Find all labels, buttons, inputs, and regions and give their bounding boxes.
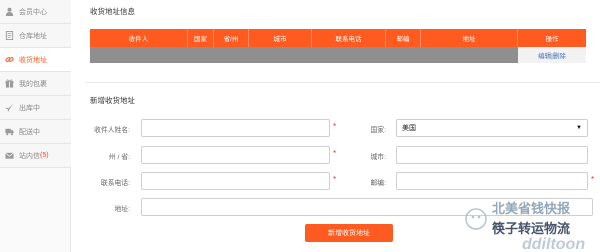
envelope-icon [5, 152, 14, 159]
column-header: 联系电话 [312, 29, 386, 47]
edit-delete-links[interactable]: 编辑|删除 [518, 47, 586, 63]
phone-input[interactable] [141, 172, 330, 190]
chevron-down-icon: ▼ [576, 125, 582, 131]
country-select-value: 美国 [402, 125, 416, 132]
sidebar-item-warehouse-address[interactable]: 仓库地址 [0, 24, 71, 48]
sidebar-item-shipping-address[interactable]: 收货地址 [0, 48, 71, 72]
new-address-title: 新增收货地址 [90, 96, 135, 105]
zip-label: 邮编: [370, 180, 386, 187]
sidebar-item-label: 配送中 [19, 128, 40, 136]
sidebar-item-messages[interactable]: 站内信 (5) [0, 144, 71, 168]
zip-input[interactable] [396, 172, 588, 190]
gift-icon [5, 79, 14, 88]
watermark-line-2: 筷子转运物流 [492, 221, 570, 236]
sidebar: 会员中心 仓库地址 收货地址 我的包裹 出库中 配送中 站内信 (5) [0, 0, 71, 252]
sidebar-item-label: 会员中心 [19, 8, 47, 16]
sidebar-item-label: 站内信 [19, 152, 40, 160]
address-input[interactable] [141, 198, 593, 216]
column-header: 地址 [421, 29, 518, 47]
sidebar-item-label: 我的包裹 [19, 80, 47, 88]
column-header: 收件人 [90, 29, 188, 47]
sidebar-item-outbound[interactable]: 出库中 [0, 96, 71, 120]
sidebar-item-label: 仓库地址 [19, 32, 47, 40]
column-header: 国家 [188, 29, 214, 47]
table-row-empty-cells [90, 47, 518, 63]
recipient-name-input[interactable] [141, 119, 330, 137]
user-icon [5, 7, 14, 16]
plane-icon [5, 103, 14, 112]
country-label: 国家: [370, 127, 386, 134]
truck-icon [5, 128, 14, 136]
phone-label: 联系电话: [100, 180, 130, 187]
column-header: 操作 [545, 36, 559, 43]
unread-count-badge: (5) [40, 152, 49, 159]
required-mark: * [333, 122, 337, 131]
sidebar-item-member-center[interactable]: 会员中心 [0, 0, 71, 24]
sidebar-item-in-delivery[interactable]: 配送中 [0, 120, 71, 144]
state-input[interactable] [141, 146, 330, 164]
document-icon [5, 31, 14, 40]
required-mark: * [333, 149, 337, 158]
column-header: 城市 [249, 29, 312, 47]
link-icon [5, 57, 14, 62]
column-header: 邮编 [386, 29, 421, 47]
table-row: 编辑|删除 [90, 47, 586, 63]
address-table: 收件人 国家 省/州 城市 联系电话 邮编 地址 操作 编辑|删除 [90, 29, 586, 63]
section-divider [85, 82, 600, 83]
sidebar-item-label: 收货地址 [19, 56, 47, 64]
address-list-title: 收货地址信息 [90, 7, 135, 16]
required-mark: * [333, 175, 337, 184]
city-input[interactable] [396, 146, 588, 164]
city-label: 城市: [370, 154, 386, 161]
recipient-name-label: 收件人姓名: [94, 127, 130, 134]
required-mark: * [591, 175, 595, 184]
address-label: 地址: [114, 206, 130, 213]
column-header: 省/州 [214, 29, 249, 47]
sidebar-item-my-packages[interactable]: 我的包裹 [0, 72, 71, 96]
add-address-button[interactable]: 新增收货地址 [305, 224, 393, 242]
table-header: 收件人 国家 省/州 城市 联系电话 邮编 地址 操作 [90, 29, 586, 47]
country-select[interactable]: 美国 ▼ [396, 119, 588, 137]
state-label: 州 / 省: [108, 154, 130, 161]
sidebar-item-label: 出库中 [19, 104, 40, 112]
watermark-logo: ddiltoon [522, 236, 585, 252]
